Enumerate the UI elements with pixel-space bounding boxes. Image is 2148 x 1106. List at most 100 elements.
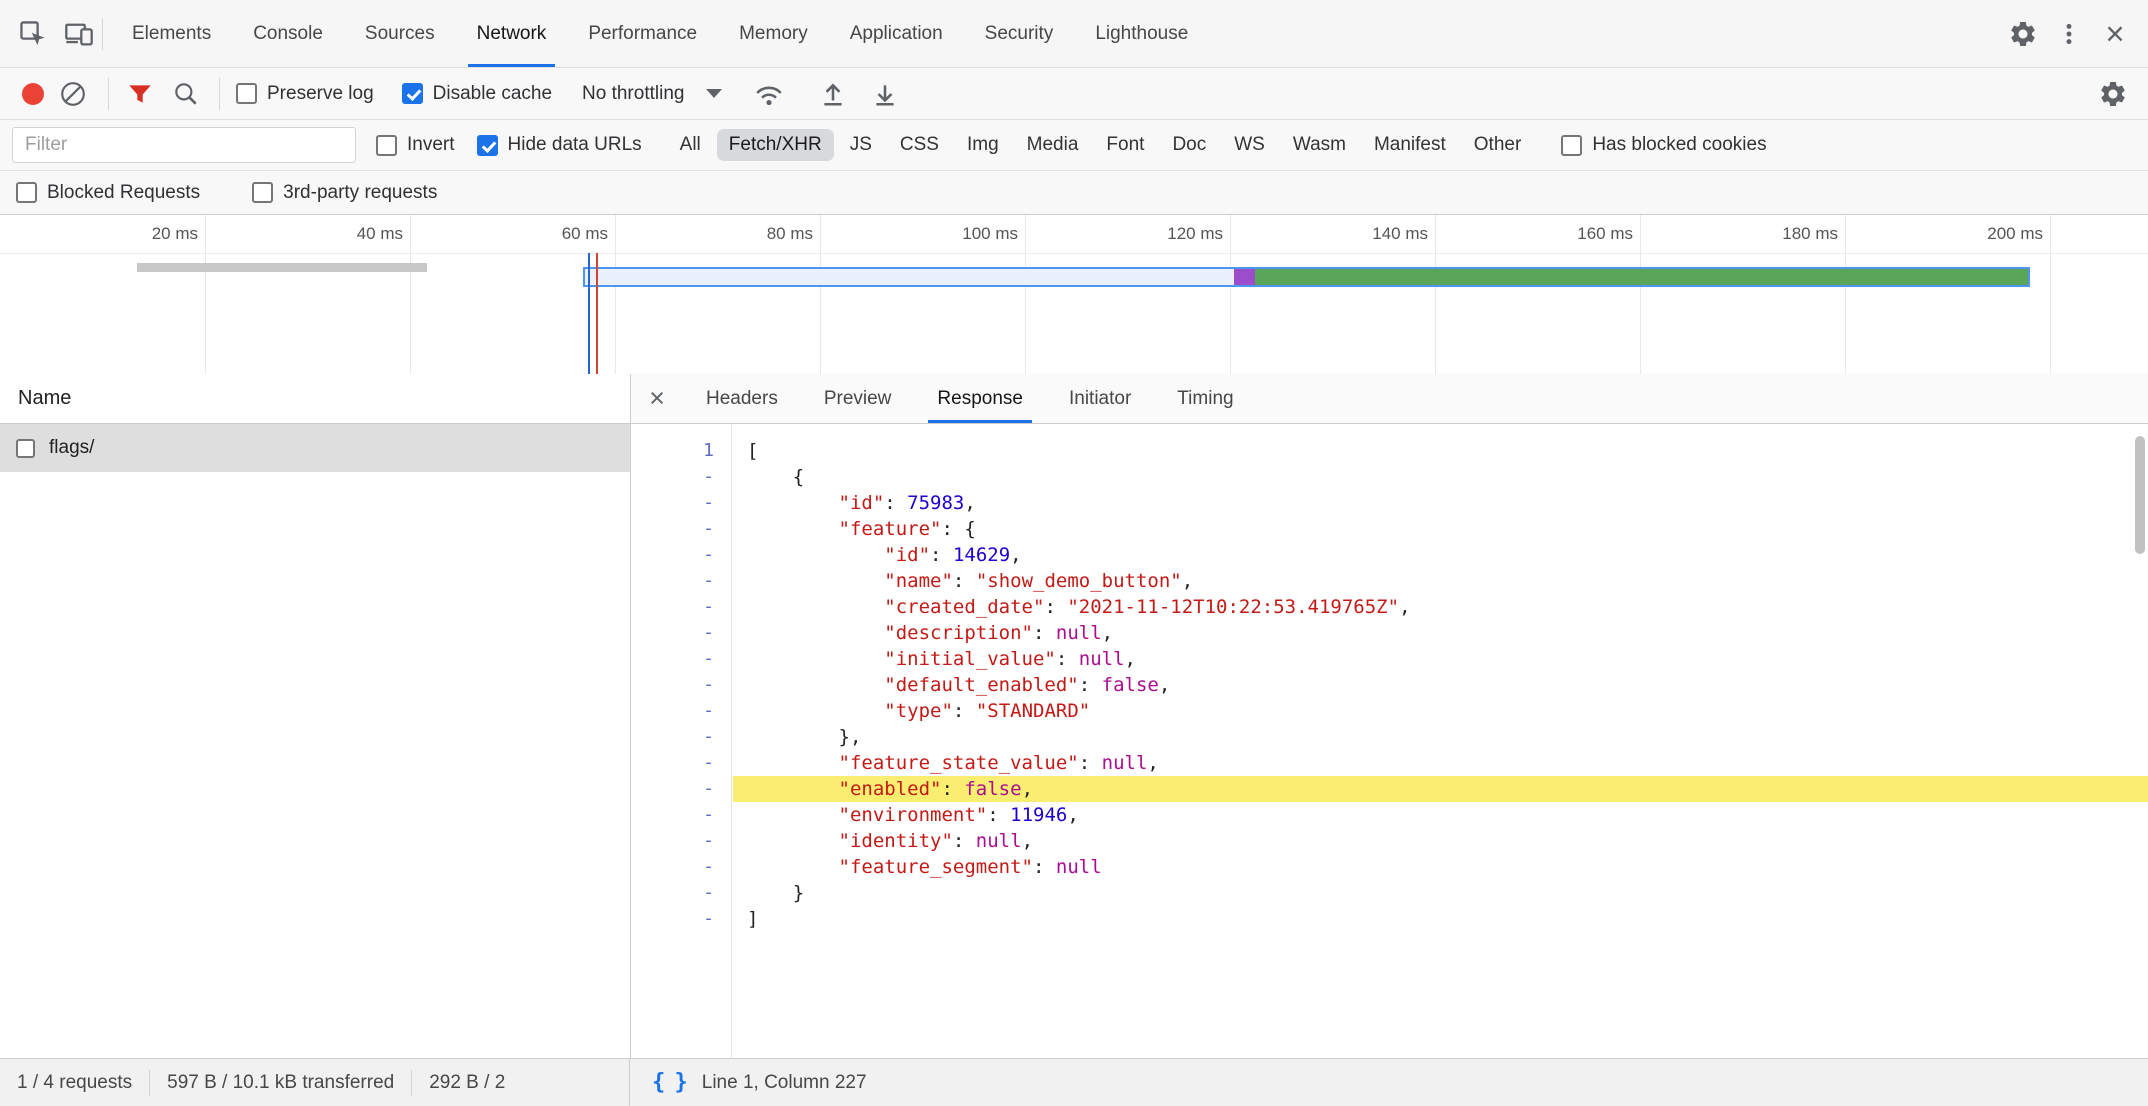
tab-sources[interactable]: Sources [344,0,456,67]
filter-type-media[interactable]: Media [1015,129,1091,161]
timeline-tick-label: 180 ms [1782,224,1845,244]
chevron-down-icon [706,89,722,98]
vertical-scrollbar-thumb[interactable] [2135,436,2145,554]
hide-data-urls-checkbox-box[interactable] [477,135,498,156]
network-toolbar: Preserve log Disable cache No throttling [0,68,2148,120]
import-har-icon[interactable] [810,71,856,117]
invert-checkbox[interactable]: Invert [376,134,455,156]
hide-data-urls-checkbox[interactable]: Hide data URLs [477,134,642,156]
filter-type-img[interactable]: Img [955,129,1011,161]
tab-performance[interactable]: Performance [567,0,718,67]
tab-memory[interactable]: Memory [718,0,829,67]
disable-cache-checkbox[interactable]: Disable cache [402,83,552,105]
tab-console[interactable]: Console [232,0,344,67]
cursor-position: Line 1, Column 227 [702,1072,867,1094]
code-line: "description": null, [733,620,2148,646]
preserve-log-checkbox[interactable]: Preserve log [236,83,374,105]
tab-elements[interactable]: Elements [111,0,232,67]
invert-checkbox-box[interactable] [376,135,397,156]
gutter-line-marker: - [631,698,731,724]
transferred-summary: 597 B / 10.1 kB transferred [150,1072,411,1094]
request-detail-panel: × HeadersPreviewResponseInitiatorTiming … [631,374,2148,1058]
filter-type-font[interactable]: Font [1094,129,1156,161]
gutter-line-marker: - [631,464,731,490]
filter-type-js[interactable]: JS [838,129,884,161]
blocked-requests-checkbox-box[interactable] [16,182,37,203]
gutter-line-marker: - [631,490,731,516]
request-row-checkbox[interactable] [16,439,35,458]
filter-type-wasm[interactable]: Wasm [1281,129,1358,161]
filter-type-all[interactable]: All [668,129,713,161]
settings-gear-icon[interactable] [2000,11,2046,57]
gutter-line-marker: - [631,828,731,854]
has-blocked-cookies-checkbox-box[interactable] [1561,135,1582,156]
detail-tab-bar: × HeadersPreviewResponseInitiatorTiming [631,374,2148,424]
gutter-line-marker: - [631,854,731,880]
response-code: [ { "id": 75983, "feature": { "id": 1462… [733,424,2148,1058]
network-summary: 1 / 4 requests 597 B / 10.1 kB transferr… [0,1059,630,1106]
response-gutter: 1------------------ [631,424,732,1058]
filter-input[interactable] [12,127,356,163]
filter-type-manifest[interactable]: Manifest [1362,129,1458,161]
detail-tab-initiator[interactable]: Initiator [1046,374,1154,423]
code-line: "name": "show_demo_button", [733,568,2148,594]
detail-tab-response[interactable]: Response [914,374,1046,423]
gutter-line-marker: - [631,594,731,620]
network-conditions-icon[interactable] [746,71,792,117]
inspect-element-icon[interactable] [10,11,56,57]
filter-type-ws[interactable]: WS [1222,129,1277,161]
device-toolbar-icon[interactable] [56,11,102,57]
third-party-requests-checkbox[interactable]: 3rd-party requests [252,182,437,204]
preserve-log-checkbox-box[interactable] [236,83,257,104]
timeline-tick-label: 40 ms [357,224,410,244]
filter-funnel-icon[interactable] [117,71,163,117]
timeline-tick-label: 80 ms [767,224,820,244]
export-har-icon[interactable] [862,71,908,117]
gutter-line-marker: - [631,906,731,932]
detail-tab-timing[interactable]: Timing [1154,374,1256,423]
third-party-requests-checkbox-box[interactable] [252,182,273,203]
detail-tab-preview[interactable]: Preview [801,374,915,423]
close-detail-icon[interactable]: × [631,374,683,423]
more-options-kebab-icon[interactable] [2046,11,2092,57]
throttling-select[interactable]: No throttling [582,83,722,105]
filter-type-other[interactable]: Other [1462,129,1534,161]
record-button[interactable] [22,83,44,105]
devtools-main-toolbar: ElementsConsoleSourcesNetworkPerformance… [0,0,2148,68]
blocked-requests-label: Blocked Requests [47,182,200,204]
close-devtools-icon[interactable]: × [2092,11,2138,57]
request-row-flags[interactable]: flags/ [0,424,630,472]
code-line: "created_date": "2021-11-12T10:22:53.419… [733,594,2148,620]
gutter-line-marker: - [631,620,731,646]
gutter-line-marker: - [631,750,731,776]
timeline-tick-label: 100 ms [962,224,1025,244]
disable-cache-checkbox-box[interactable] [402,83,423,104]
resources-summary: 292 B / 2 [412,1072,522,1094]
name-column-header[interactable]: Name [0,374,630,424]
tab-security[interactable]: Security [964,0,1075,67]
request-filters-row: Blocked Requests 3rd-party requests [0,171,2148,215]
response-body-viewer: 1------------------ [ { "id": 75983, "fe… [631,424,2148,1058]
detail-tab-headers[interactable]: Headers [683,374,801,423]
clear-requests-icon[interactable] [50,71,96,117]
throttling-value: No throttling [582,83,684,105]
tab-application[interactable]: Application [829,0,964,67]
timeline-tick-label: 60 ms [562,224,615,244]
filter-type-fetch-xhr[interactable]: Fetch/XHR [717,129,834,161]
gutter-line-marker: - [631,880,731,906]
network-settings-gear-icon[interactable] [2090,71,2136,117]
toolbar-divider [219,78,220,110]
gutter-line-marker: - [631,516,731,542]
code-line-highlighted: "enabled": false, [733,776,2148,802]
network-overview-timeline[interactable]: 20 ms40 ms60 ms80 ms100 ms120 ms140 ms16… [0,215,2148,375]
has-blocked-cookies-checkbox[interactable]: Has blocked cookies [1561,134,1766,156]
gutter-line-marker: - [631,802,731,828]
filter-type-css[interactable]: CSS [888,129,951,161]
request-name: flags/ [49,437,94,459]
blocked-requests-checkbox[interactable]: Blocked Requests [16,182,200,204]
tab-lighthouse[interactable]: Lighthouse [1074,0,1209,67]
pretty-print-icon[interactable]: { } [652,1070,686,1095]
filter-type-doc[interactable]: Doc [1160,129,1218,161]
search-icon[interactable] [163,71,209,117]
tab-network[interactable]: Network [456,0,568,67]
